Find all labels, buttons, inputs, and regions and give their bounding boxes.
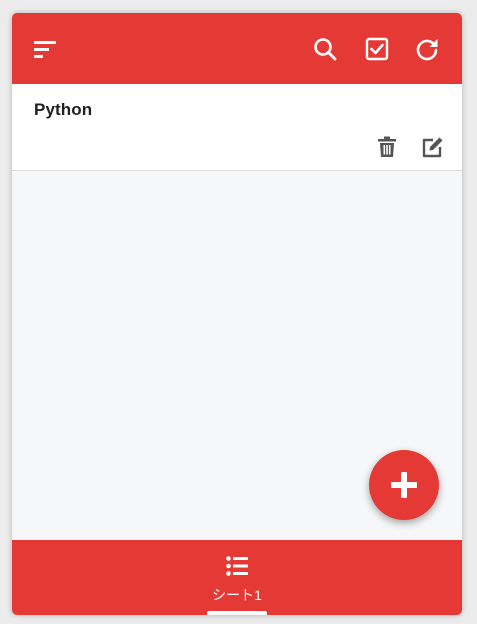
checkbox-checked-icon[interactable] [364,36,390,62]
plus-icon [391,472,417,498]
sort-menu-icon[interactable] [32,36,58,62]
trash-icon[interactable] [375,135,399,159]
search-icon[interactable] [312,36,338,62]
refresh-icon[interactable] [414,36,440,62]
bottom-tab-bar: シート1 [12,540,462,615]
tab-selected-indicator [207,611,267,615]
list-icon [225,554,249,578]
tab-sheet-1[interactable]: シート1 [192,540,282,615]
list-item[interactable]: Python [12,84,462,171]
list-item-title: Python [34,100,93,119]
app-window: Python シート1 [12,13,462,615]
top-app-bar [12,13,462,84]
edit-icon[interactable] [420,135,444,159]
add-item-button[interactable] [369,450,439,520]
tab-label: シート1 [212,587,262,603]
